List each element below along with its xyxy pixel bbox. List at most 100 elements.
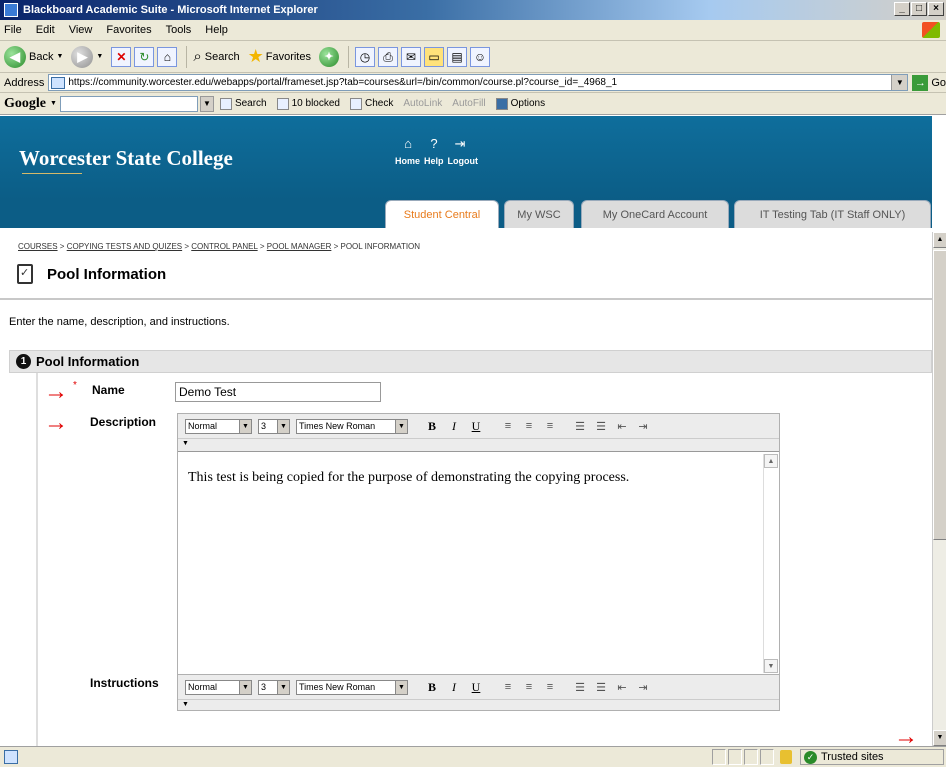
- media-icon[interactable]: ✦: [319, 46, 339, 67]
- google-blocked-button[interactable]: 10 blocked: [276, 97, 340, 110]
- print-icon[interactable]: ⎙: [378, 46, 398, 67]
- breadcrumb-pool-manager[interactable]: POOL MANAGER: [267, 242, 332, 251]
- google-search-input[interactable]: [59, 95, 198, 112]
- maximize-button[interactable]: □: [911, 2, 927, 16]
- outdent-icon[interactable]: ⇤: [612, 420, 632, 433]
- align-right-icon[interactable]: ≡: [540, 681, 560, 693]
- tab-my-onecard[interactable]: My OneCard Account: [581, 200, 729, 228]
- search-button[interactable]: ⌕ Search: [193, 48, 239, 65]
- messenger-icon[interactable]: ☺: [470, 46, 490, 67]
- description-textarea[interactable]: This test is being copied for the purpos…: [178, 451, 779, 676]
- chevron-down-icon: ▼: [395, 680, 407, 694]
- menu-tools[interactable]: Tools: [166, 24, 192, 36]
- italic-button[interactable]: I: [444, 419, 464, 434]
- align-center-icon[interactable]: ≡: [519, 420, 539, 432]
- page-content: Worcester State College ⌂ ? ⇥ Home Help …: [0, 116, 932, 746]
- font-select[interactable]: Times New Roman ▼: [296, 679, 408, 695]
- home-icon[interactable]: ⌂: [157, 46, 178, 67]
- scroll-up-icon[interactable]: ▲: [764, 454, 778, 468]
- outdent-icon[interactable]: ⇤: [612, 681, 632, 694]
- breadcrumb-course[interactable]: COPYING TESTS AND QUIZES: [67, 242, 182, 251]
- ie-icon: [4, 3, 18, 17]
- page-instructions: Enter the name, description, and instruc…: [9, 316, 230, 328]
- google-check-button[interactable]: Check: [350, 97, 393, 110]
- lock-icon[interactable]: [780, 750, 792, 764]
- nav-logout-label[interactable]: Logout: [448, 156, 479, 166]
- site-header: Worcester State College ⌂ ? ⇥ Home Help …: [0, 116, 932, 228]
- address-dropdown-icon[interactable]: ▼: [891, 75, 908, 90]
- menu-file[interactable]: File: [4, 24, 22, 36]
- bullet-list-icon[interactable]: ☰: [591, 681, 611, 694]
- forward-button[interactable]: ▶ ▼: [71, 45, 103, 68]
- size-select[interactable]: 3 ▼: [258, 679, 290, 695]
- bullet-list-icon[interactable]: ☰: [591, 420, 611, 433]
- tab-my-wsc[interactable]: My WSC: [504, 200, 574, 228]
- numbered-list-icon[interactable]: ☰: [570, 681, 590, 694]
- scroll-thumb[interactable]: [933, 250, 946, 540]
- numbered-list-icon[interactable]: ☰: [570, 420, 590, 433]
- google-logo[interactable]: Google: [4, 96, 46, 112]
- chevron-down-icon[interactable]: ▼: [50, 100, 57, 107]
- home-icon[interactable]: ⌂: [401, 137, 415, 151]
- italic-button[interactable]: I: [444, 680, 464, 695]
- logout-icon[interactable]: ⇥: [453, 137, 467, 151]
- logo-underline: [22, 166, 82, 174]
- size-select[interactable]: 3 ▼: [258, 418, 290, 434]
- annotation-arrow-icon: →: [894, 723, 918, 750]
- help-icon[interactable]: ?: [427, 137, 441, 151]
- bold-button[interactable]: B: [422, 419, 442, 434]
- stop-icon[interactable]: ✕: [111, 46, 132, 67]
- google-autofill-button[interactable]: AutoFill: [452, 98, 485, 109]
- page-scrollbar[interactable]: ▲ ▼: [932, 232, 946, 746]
- forward-arrow-icon: ▶: [71, 45, 94, 68]
- bold-button[interactable]: B: [422, 680, 442, 695]
- address-input[interactable]: https://community.worcester.edu/webapps/…: [48, 74, 909, 91]
- favorites-button[interactable]: ★ Favorites: [248, 46, 311, 67]
- font-select[interactable]: Times New Roman ▼: [296, 418, 408, 434]
- google-autolink-button[interactable]: AutoLink: [403, 98, 442, 109]
- scroll-down-icon[interactable]: ▼: [764, 659, 778, 673]
- scroll-down-icon[interactable]: ▼: [933, 730, 946, 746]
- style-select[interactable]: Normal ▼: [185, 679, 252, 695]
- editor-expand-toggle[interactable]: ▼: [178, 699, 779, 710]
- refresh-icon[interactable]: ↻: [134, 46, 155, 67]
- breadcrumb-courses[interactable]: COURSES: [18, 242, 58, 251]
- align-left-icon[interactable]: ≡: [498, 681, 518, 693]
- folder-icon[interactable]: ▭: [424, 46, 444, 67]
- address-url: https://community.worcester.edu/webapps/…: [68, 77, 618, 88]
- annotation-arrow-icon: →: [44, 378, 68, 405]
- security-zone[interactable]: ✓ Trusted sites: [800, 749, 944, 765]
- indent-icon[interactable]: ⇥: [633, 420, 653, 433]
- menu-view[interactable]: View: [69, 24, 93, 36]
- underline-button[interactable]: U: [466, 419, 486, 434]
- align-center-icon[interactable]: ≡: [519, 681, 539, 693]
- research-icon[interactable]: ▤: [447, 46, 467, 67]
- underline-button[interactable]: U: [466, 680, 486, 695]
- status-pane: [760, 749, 774, 765]
- name-input[interactable]: Demo Test: [175, 382, 381, 402]
- editor-expand-toggle[interactable]: ▼: [178, 438, 779, 449]
- history-icon[interactable]: ◷: [355, 46, 375, 67]
- style-select[interactable]: Normal ▼: [185, 418, 252, 434]
- tab-student-central[interactable]: Student Central: [385, 200, 499, 228]
- align-right-icon[interactable]: ≡: [540, 420, 560, 432]
- google-search-dropdown[interactable]: ▼: [199, 95, 214, 112]
- google-search-button[interactable]: Search: [219, 97, 267, 110]
- scroll-up-icon[interactable]: ▲: [933, 232, 946, 248]
- google-options-button[interactable]: Options: [495, 97, 545, 110]
- go-button[interactable]: → Go: [912, 74, 946, 91]
- mail-icon[interactable]: ✉: [401, 46, 421, 67]
- editor-scrollbar[interactable]: ▲ ▼: [763, 454, 778, 673]
- back-button[interactable]: ◀ Back ▼: [4, 45, 63, 68]
- menu-help[interactable]: Help: [205, 24, 228, 36]
- nav-home-label[interactable]: Home: [395, 156, 420, 166]
- align-left-icon[interactable]: ≡: [498, 420, 518, 432]
- tab-it-testing[interactable]: IT Testing Tab (IT Staff ONLY): [734, 200, 931, 228]
- minimize-button[interactable]: _: [894, 2, 910, 16]
- close-button[interactable]: ×: [928, 2, 944, 16]
- nav-help-label[interactable]: Help: [424, 156, 444, 166]
- indent-icon[interactable]: ⇥: [633, 681, 653, 694]
- menu-edit[interactable]: Edit: [36, 24, 55, 36]
- breadcrumb-control-panel[interactable]: CONTROL PANEL: [191, 242, 257, 251]
- menu-favorites[interactable]: Favorites: [106, 24, 151, 36]
